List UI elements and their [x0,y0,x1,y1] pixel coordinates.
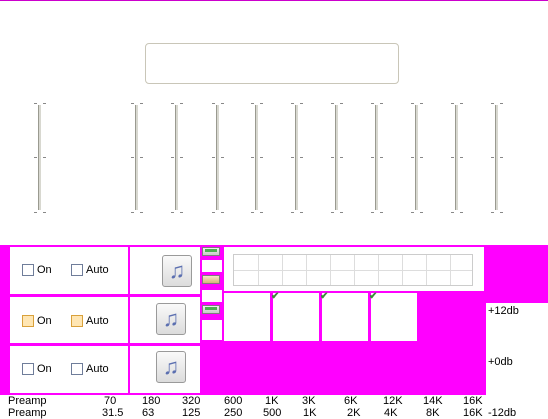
row-2-button-cell: ♫ [130,297,200,343]
freq-label: 500 [263,407,282,419]
band-slider[interactable] [411,100,423,215]
band-slider[interactable] [251,100,263,215]
freq-label: 2K [347,407,361,419]
db-mid-label: +0db [488,356,513,368]
freq-label: 4K [384,407,398,419]
mini-cell-6 [202,320,222,340]
band-box-3[interactable] [322,293,368,341]
slider-track[interactable] [335,105,338,210]
row-1-button-cell: ♫ [130,247,200,294]
preamp-label: Preamp [8,395,47,407]
slider-track[interactable] [216,105,219,210]
slider-track[interactable] [455,105,458,210]
freq-label: 1K [265,395,279,407]
freq-label: 16K [463,407,483,419]
freq-label: 3K [302,395,316,407]
check-icon: ✔ [271,291,280,302]
freq-label: 12K [383,395,403,407]
freq-label: 8K [426,407,440,419]
music-note-icon: ♫ [162,306,180,331]
mini-cell-4 [202,290,222,302]
mini-cell-1 [202,247,222,257]
slider-track[interactable] [255,105,258,210]
on-label: On [37,264,52,277]
freq-label: 250 [224,407,243,419]
freq-label: 70 [104,395,117,407]
band-box-4[interactable] [371,293,417,341]
mini-cell-3 [202,275,222,287]
slider-track[interactable] [295,105,298,210]
on-label: On [37,363,52,376]
auto-checkbox-1[interactable] [71,264,83,277]
preamp-slider[interactable] [34,100,46,215]
check-icon: ✔ [369,291,378,302]
on-checkbox-2[interactable] [22,315,34,328]
band-slider[interactable] [451,100,463,215]
auto-label: Auto [86,264,109,277]
band-slider[interactable] [171,100,183,215]
freq-label: 320 [182,395,201,407]
freq-label: 1K [303,407,317,419]
slider-track[interactable] [415,105,418,210]
freq-label: 6K [344,395,358,407]
slider-track[interactable] [135,105,138,210]
mini-cell-5 [202,305,222,317]
preset-toggle-1[interactable] [202,247,220,256]
freq-row-2: Preamp 31.5 63 125 250 500 1K 2K 4K 8K 1… [0,407,488,419]
band-slider[interactable] [291,100,303,215]
preamp-label: Preamp [8,407,47,419]
music-note-icon: ♫ [162,354,180,379]
freq-row-1: Preamp 70 180 320 600 1K 3K 6K 12K 14K 1… [0,395,488,407]
on-checkbox-3[interactable] [22,363,34,376]
band-slider[interactable] [331,100,343,215]
freq-label: 63 [142,407,155,419]
top-border [0,0,548,1]
music-note-icon: ♫ [168,258,186,283]
preset-toggle-2[interactable] [202,275,220,284]
db-scale: +12db +0db -12db [486,303,548,419]
freq-label: 16K [463,395,483,407]
auto-label: Auto [86,315,109,328]
band-box-2[interactable] [273,293,319,341]
row-3-button-cell: ♫ [130,346,200,393]
band-slider[interactable] [131,100,143,215]
freq-label: 31.5 [102,407,124,419]
slider-track[interactable] [175,105,178,210]
auto-checkbox-3[interactable] [71,363,83,376]
freq-label: 14K [423,395,443,407]
title-display [145,43,399,84]
auto-label: Auto [86,363,109,376]
band-slider[interactable] [212,100,224,215]
band-box-1[interactable] [224,293,270,341]
band-slider[interactable] [371,100,383,215]
slider-track[interactable] [495,105,498,210]
freq-label: 180 [142,395,161,407]
music-note-button-1[interactable]: ♫ [162,255,192,287]
db-top-label: +12db [488,305,519,317]
db-bottom-label: -12db [488,407,517,419]
on-label: On [37,315,52,328]
row-1-options: On Auto [10,247,128,294]
check-icon: ✔ [320,291,329,302]
slider-track[interactable] [375,105,378,210]
slider-track[interactable] [38,105,41,210]
auto-checkbox-2[interactable] [71,315,83,328]
freq-label: 600 [224,395,243,407]
band-slider[interactable] [491,100,503,215]
preset-grid [233,254,473,286]
mini-cell-2 [202,260,222,272]
music-note-button-2[interactable]: ♫ [156,303,186,335]
row-3-options: On Auto [10,346,128,393]
row-2-options: On Auto [10,297,128,343]
on-checkbox-1[interactable] [22,264,34,277]
music-note-button-3[interactable]: ♫ [156,351,186,383]
preset-toggle-3[interactable] [202,305,220,314]
freq-label: 125 [182,407,201,419]
